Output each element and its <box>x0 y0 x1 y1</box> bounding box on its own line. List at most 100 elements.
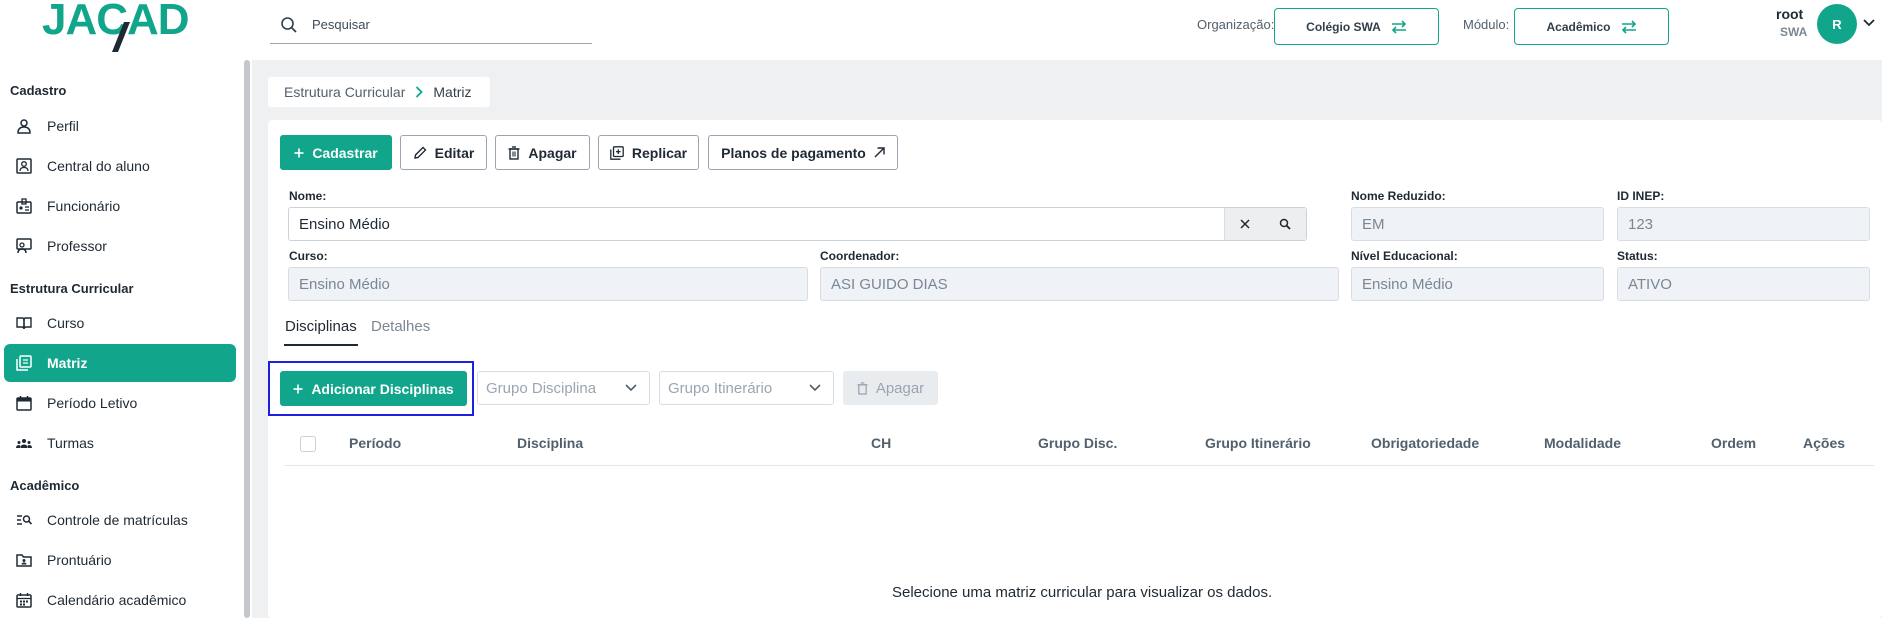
sidebar-item-turmas[interactable]: Turmas <box>4 424 236 462</box>
adicionar-disciplinas-label: Adicionar Disciplinas <box>311 380 454 397</box>
chevron-down-icon <box>625 384 637 392</box>
grupo-disciplina-select[interactable]: Grupo Disciplina <box>477 371 650 405</box>
nome-reduzido-value: EM <box>1362 215 1385 233</box>
curso-field[interactable]: Ensino Médio <box>288 267 808 301</box>
planos-de-pagamento-button[interactable]: Planos de pagamento <box>708 135 898 170</box>
group-icon <box>16 435 32 451</box>
column-obrigatoriedade[interactable]: Obrigatoriedade <box>1371 435 1479 451</box>
editar-button[interactable]: Editar <box>400 135 487 170</box>
column-ch[interactable]: CH <box>871 435 891 451</box>
library-icon <box>16 355 32 371</box>
column-disciplina[interactable]: Disciplina <box>517 435 583 451</box>
sidebar-item-calendario-academico[interactable]: Calendário acadêmico <box>4 581 236 619</box>
sidebar: Cadastro Perfil Central do aluno Funcion… <box>0 60 240 618</box>
sidebar-item-funcionario[interactable]: Funcionário <box>4 187 236 225</box>
plus-icon <box>294 148 304 158</box>
sidebar-item-label: Prontuário <box>47 552 112 568</box>
module-select-button[interactable]: Acadêmico <box>1514 8 1669 45</box>
module-label: Módulo: <box>1463 17 1510 32</box>
status-field[interactable]: ATIVO <box>1617 267 1870 301</box>
column-modalidade[interactable]: Modalidade <box>1544 435 1621 451</box>
coordenador-field[interactable]: ASI GUIDO DIAS <box>820 267 1339 301</box>
breadcrumb-current: Matriz <box>433 84 472 100</box>
nome-reduzido-label: Nome Reduzido: <box>1351 189 1446 203</box>
grupo-disciplina-placeholder: Grupo Disciplina <box>486 379 597 397</box>
grupo-itinerario-placeholder: Grupo Itinerário <box>668 379 773 397</box>
organization-select-button[interactable]: Colégio SWA <box>1274 8 1439 45</box>
calendar-grid-icon <box>16 592 32 608</box>
student-card-icon <box>16 158 32 174</box>
nome-field[interactable]: Ensino Médio <box>288 207 1307 241</box>
organization-value: Colégio SWA <box>1306 19 1381 34</box>
sidebar-item-controle-de-matriculas[interactable]: Controle de matrículas <box>4 501 236 539</box>
sidebar-item-label: Calendário acadêmico <box>47 592 187 608</box>
column-periodo[interactable]: Período <box>349 435 401 451</box>
chevron-down-icon[interactable] <box>1863 19 1875 27</box>
table-header-divider <box>284 465 1874 466</box>
folder-user-icon <box>16 552 32 568</box>
sidebar-item-label: Período Letivo <box>47 395 138 411</box>
professor-icon <box>16 238 32 254</box>
apagar-label: Apagar <box>528 144 577 161</box>
search-icon[interactable] <box>1279 218 1291 230</box>
trash-icon <box>508 145 520 160</box>
sidebar-item-prontuario[interactable]: Prontuário <box>4 541 236 579</box>
sidebar-item-label: Matriz <box>47 355 88 371</box>
sidebar-item-central-do-aluno[interactable]: Central do aluno <box>4 147 236 185</box>
tab-disciplinas[interactable]: Disciplinas <box>285 318 357 335</box>
apagar-disciplinas-button[interactable]: Apagar <box>843 371 938 405</box>
grupo-itinerario-select[interactable]: Grupo Itinerário <box>659 371 834 405</box>
badge-icon <box>16 198 32 214</box>
cadastrar-button[interactable]: Cadastrar <box>280 135 392 170</box>
sidebar-item-label: Professor <box>47 238 107 254</box>
search-placeholder: Pesquisar <box>312 17 370 32</box>
sidebar-item-label: Controle de matrículas <box>47 512 188 528</box>
sidebar-item-matriz[interactable]: Matriz <box>4 344 236 382</box>
tab-detalhes[interactable]: Detalhes <box>371 318 430 335</box>
sidebar-scrollbar[interactable] <box>244 60 250 618</box>
jacad-logo[interactable]: JACAD <box>42 0 212 56</box>
select-all-checkbox[interactable] <box>300 436 316 452</box>
sidebar-item-professor[interactable]: Professor <box>4 227 236 265</box>
swap-icon <box>1621 19 1637 34</box>
replicar-label: Replicar <box>631 144 688 161</box>
nivel-educacional-value: Ensino Médio <box>1362 275 1453 293</box>
apagar-button[interactable]: Apagar <box>495 135 590 170</box>
adicionar-disciplinas-button[interactable]: Adicionar Disciplinas <box>280 371 467 406</box>
replicar-button[interactable]: Replicar <box>598 135 699 170</box>
sidebar-item-curso[interactable]: Curso <box>4 304 236 342</box>
coordenador-value: ASI GUIDO DIAS <box>831 275 948 293</box>
sidebar-item-label: Funcionário <box>47 198 121 214</box>
clear-icon[interactable] <box>1240 219 1250 229</box>
column-ordem[interactable]: Ordem <box>1711 435 1756 451</box>
column-grupo-disc[interactable]: Grupo Disc. <box>1038 435 1117 451</box>
sidebar-item-label: Perfil <box>47 118 79 134</box>
sidebar-item-periodo-letivo[interactable]: Período Letivo <box>4 384 236 422</box>
status-value: ATIVO <box>1628 275 1672 293</box>
cadastrar-label: Cadastrar <box>312 144 378 161</box>
top-header: JACAD Pesquisar Organização: Colégio SWA… <box>0 0 1882 60</box>
column-grupo-itinerario[interactable]: Grupo Itinerário <box>1205 435 1311 451</box>
breadcrumb-parent[interactable]: Estrutura Curricular <box>284 84 405 100</box>
user-organization: SWA <box>1780 25 1808 39</box>
copy-add-icon <box>610 145 624 160</box>
curso-label: Curso: <box>289 249 328 263</box>
status-label: Status: <box>1617 249 1658 263</box>
search-input[interactable]: Pesquisar <box>270 8 592 44</box>
module-value: Acadêmico <box>1546 19 1611 34</box>
sidebar-section-estrutura-curricular: Estrutura Curricular <box>10 281 134 296</box>
apagar-disciplinas-label: Apagar <box>875 379 925 397</box>
sidebar-item-perfil[interactable]: Perfil <box>4 107 236 145</box>
avatar[interactable]: R <box>1817 4 1857 44</box>
coordenador-label: Coordenador: <box>820 249 900 263</box>
nome-value: Ensino Médio <box>299 215 390 233</box>
user-name: root <box>1776 6 1804 22</box>
nome-field-actions <box>1224 208 1306 240</box>
plus-icon <box>293 384 303 394</box>
search-icon <box>280 16 298 34</box>
empty-state-message: Selecione uma matriz curricular para vis… <box>892 584 1273 601</box>
id-inep-field[interactable]: 123 <box>1617 207 1870 241</box>
swap-icon <box>1391 19 1407 34</box>
nivel-educacional-field[interactable]: Ensino Médio <box>1351 267 1604 301</box>
nome-reduzido-field[interactable]: EM <box>1351 207 1604 241</box>
